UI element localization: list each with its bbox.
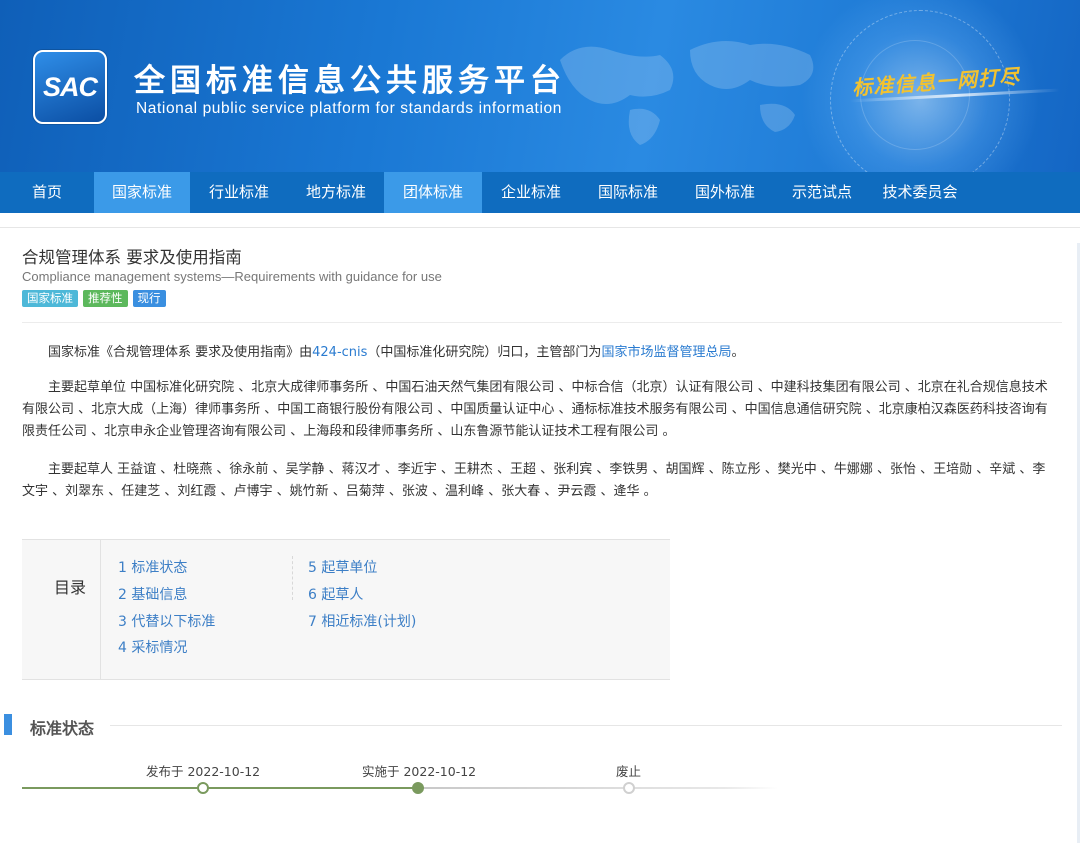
- section-divider: [110, 725, 1062, 726]
- nav-group-standards[interactable]: 团体标准: [384, 172, 482, 213]
- section-title-status: 标准状态: [30, 719, 95, 738]
- toc-label: 目录: [54, 578, 87, 597]
- timeline-label-published: 发布于 2022-10-12: [146, 764, 261, 779]
- timeline-remaining-line: [418, 787, 778, 789]
- timeline-dot-abolished: [623, 782, 635, 794]
- toc-item-drafters[interactable]: 6 起草人: [308, 584, 363, 604]
- standard-tags: 国家标准 推荐性 现行: [22, 290, 166, 307]
- toc-item-similar-standards[interactable]: 7 相近标准(计划): [308, 611, 416, 631]
- site-subtitle: National public service platform for sta…: [136, 100, 562, 117]
- timeline-dot-published: [197, 782, 209, 794]
- tag-recommended: 推荐性: [83, 290, 128, 307]
- toc-item-adoption[interactable]: 4 采标情况: [118, 637, 187, 657]
- toc-item-status[interactable]: 1 标准状态: [118, 557, 187, 577]
- main-content: 合规管理体系 要求及使用指南 Compliance management sys…: [0, 213, 1080, 844]
- timeline-dot-effective: [412, 782, 424, 794]
- content-top-border: [0, 227, 1080, 228]
- nav-home[interactable]: 首页: [0, 172, 94, 213]
- toc-item-drafting-units[interactable]: 5 起草单位: [308, 557, 377, 577]
- section-accent-bar: [4, 714, 12, 735]
- timeline-label-abolished: 废止: [616, 764, 642, 779]
- logo-text: SAC: [42, 71, 98, 102]
- intro-suffix: 。: [731, 345, 745, 360]
- tag-current: 现行: [132, 290, 166, 307]
- table-of-contents: 目录 1 标准状态 2 基础信息 3 代替以下标准 4 采标情况 5 起草单位 …: [22, 539, 670, 680]
- tag-national-standard: 国家标准: [22, 290, 78, 307]
- toc-item-replaced-standards[interactable]: 3 代替以下标准: [118, 611, 215, 631]
- standard-title: 合规管理体系 要求及使用指南: [22, 248, 242, 267]
- nav-pilot-demo[interactable]: 示范试点: [774, 172, 870, 213]
- dept-link[interactable]: 国家市场监督管理总局: [601, 345, 731, 360]
- drafters-paragraph: 主要起草人 王益谊 、杜晓燕 、徐永前 、吴学静 、蒋汉才 、李近宇 、王耕杰 …: [22, 462, 1046, 499]
- nav-local-standards[interactable]: 地方标准: [288, 172, 384, 213]
- toc-column-separator: [292, 556, 293, 600]
- intro-prefix: 国家标准《合规管理体系 要求及使用指南》由: [48, 345, 313, 360]
- standard-title-en: Compliance management systems—Requiremen…: [22, 269, 442, 284]
- toc-divider: [100, 540, 101, 679]
- main-nav: 首页 国家标准 行业标准 地方标准 团体标准 企业标准 国际标准 国外标准 示范…: [0, 172, 1080, 213]
- site-title: 全国标准信息公共服务平台: [134, 63, 566, 99]
- timeline-progress-line: [22, 787, 418, 789]
- nav-international-standards[interactable]: 国际标准: [580, 172, 676, 213]
- nav-industry-standards[interactable]: 行业标准: [190, 172, 288, 213]
- tc-link[interactable]: 424-cnis: [312, 345, 367, 360]
- intro-paragraph: 国家标准《合规管理体系 要求及使用指南》由424-cnis（中国标准化研究院）归…: [22, 342, 1058, 364]
- nav-foreign-standards[interactable]: 国外标准: [676, 172, 774, 213]
- intro-middle: （中国标准化研究院）归口，主管部门为: [367, 345, 602, 360]
- header-divider: [22, 322, 1062, 323]
- timeline-label-effective: 实施于 2022-10-12: [362, 764, 477, 779]
- nav-enterprise-standards[interactable]: 企业标准: [482, 172, 580, 213]
- site-banner: SAC 全国标准信息公共服务平台 National public service…: [0, 0, 1080, 172]
- world-map-decoration: [560, 41, 814, 145]
- drafting-units-paragraph: 主要起草单位 中国标准化研究院 、北京大成律师事务所 、中国石油天然气集团有限公…: [22, 380, 1048, 439]
- nav-national-standards[interactable]: 国家标准: [94, 172, 190, 213]
- nav-technical-committees[interactable]: 技术委员会: [870, 172, 970, 213]
- sac-logo[interactable]: SAC: [33, 50, 107, 124]
- toc-item-basic-info[interactable]: 2 基础信息: [118, 584, 187, 604]
